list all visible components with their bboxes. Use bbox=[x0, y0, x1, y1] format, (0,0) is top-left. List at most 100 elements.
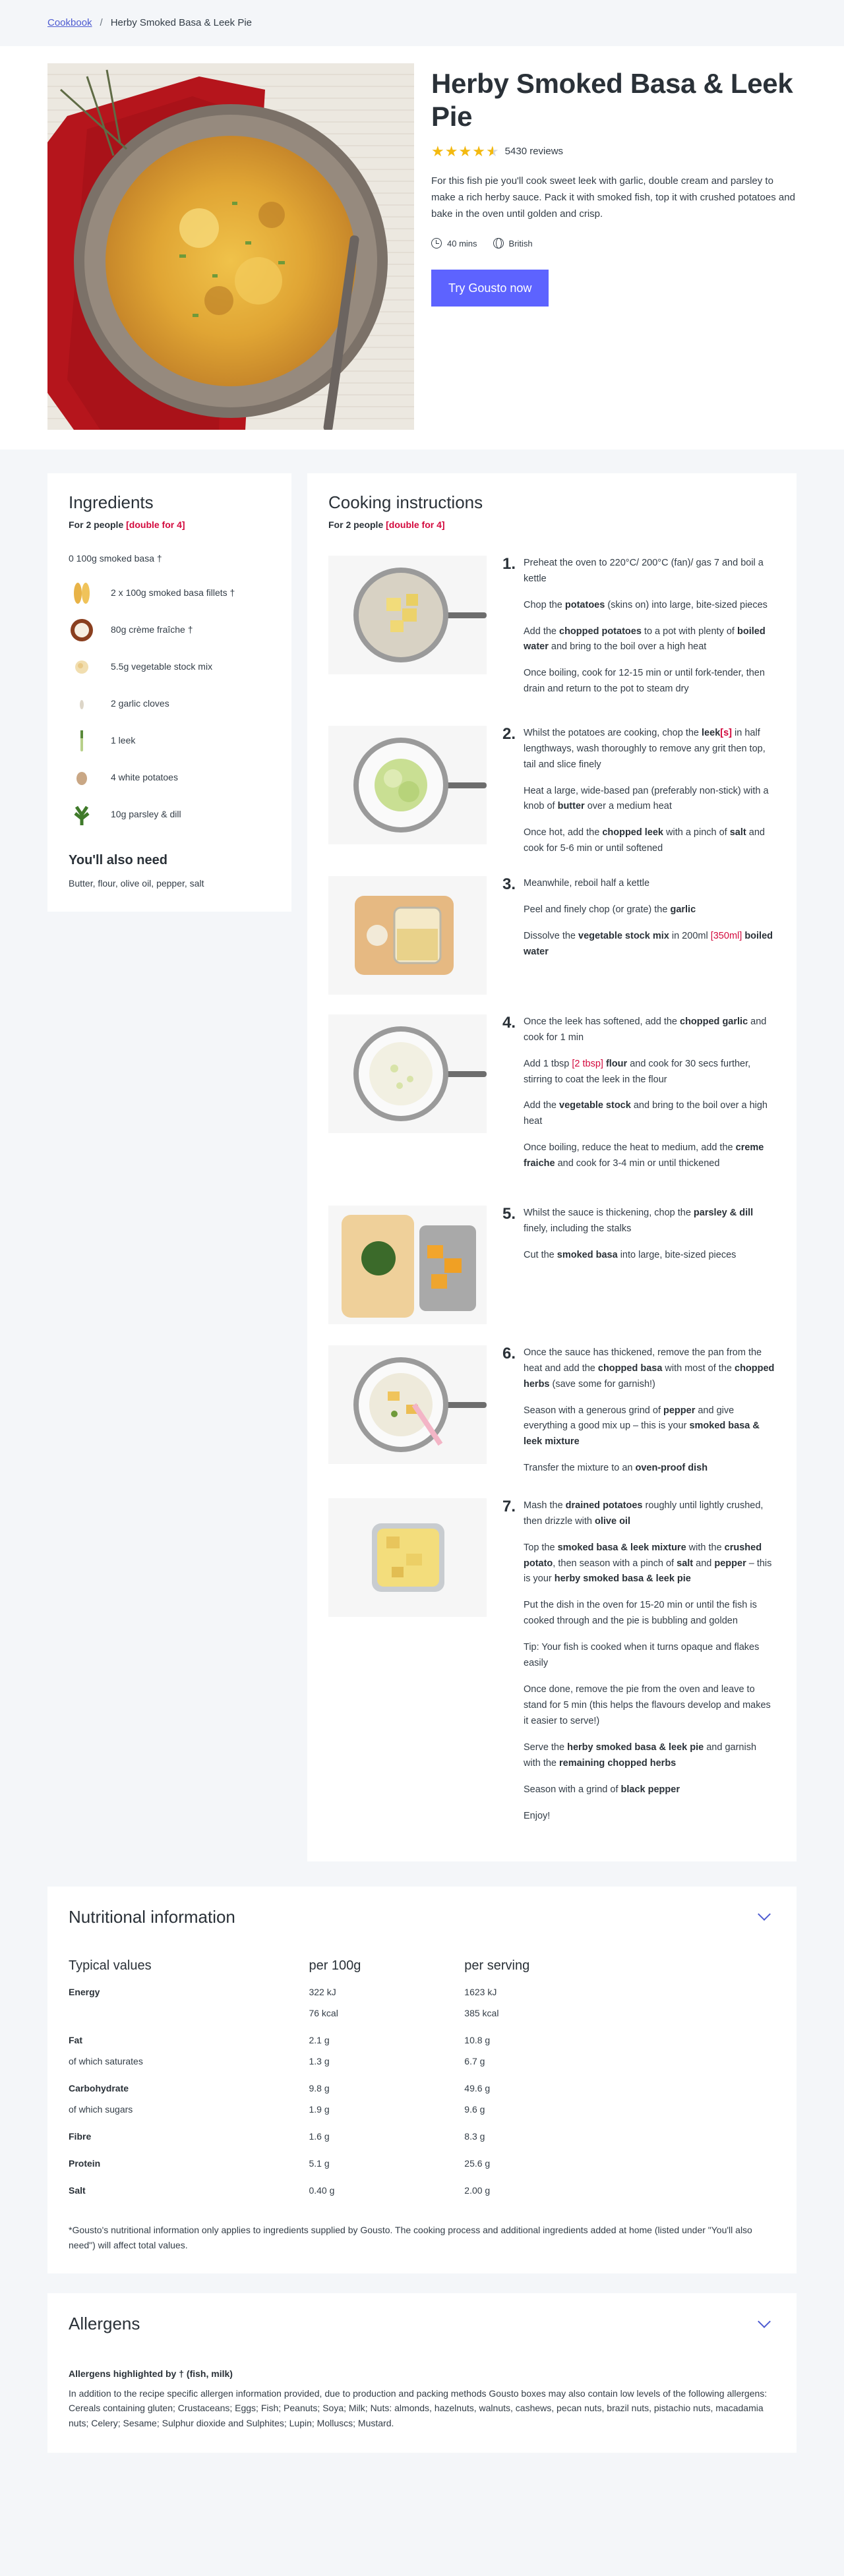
step-paragraph: Tip: Your fish is cooked when it turns o… bbox=[524, 1642, 760, 1669]
nutrition-cell: Fibre bbox=[69, 2131, 92, 2142]
nutrition-cell: 25.6 g bbox=[464, 2158, 491, 2169]
step-paragraph: Add the chopped potatoes to a pot with p… bbox=[524, 626, 766, 653]
ingredient-label: 80g crème fraîche † bbox=[111, 624, 193, 635]
nutrition-row: Carbohydrate 9.8 g 49.6 g bbox=[69, 2072, 775, 2099]
breadcrumb-cookbook-link[interactable]: Cookbook bbox=[47, 16, 92, 31]
nutrition-cell: 0.40 g bbox=[309, 2185, 335, 2196]
recipe-meta: 40 mins British bbox=[431, 237, 797, 250]
step-4: 4. Once the leek has softened, add the ch… bbox=[328, 1014, 775, 1206]
nutrition-cell: 49.6 g bbox=[464, 2083, 491, 2094]
nutrition-cell: Energy bbox=[69, 1987, 100, 1998]
nutrition-cell: 322 kJ bbox=[309, 1987, 336, 1998]
step-paragraph: Whilst the sauce is thickening, chop the… bbox=[524, 1207, 754, 1234]
step-7: 7. Mash the drained potatoes roughly unti… bbox=[328, 1498, 775, 1835]
nutrition-row: Energy 322 kJ 1623 kJ bbox=[69, 1982, 775, 2003]
serving-count: For 2 people bbox=[328, 519, 384, 530]
step-paragraph: Season with a grind of black pepper bbox=[524, 1784, 680, 1795]
step-number: 2. bbox=[502, 724, 516, 743]
recipe-hero-image bbox=[47, 63, 414, 430]
step-paragraph: Season with a generous grind of pepper a… bbox=[524, 1405, 760, 1448]
step-paragraph: Mash the drained potatoes roughly until … bbox=[524, 1500, 764, 1527]
allergens-highlight: Allergens highlighted by † (fish, milk) bbox=[69, 2368, 233, 2379]
step-number: 7. bbox=[502, 1497, 516, 1515]
nutrition-cell: Carbohydrate bbox=[69, 2083, 129, 2094]
cuisine-value: British bbox=[508, 238, 533, 249]
globe-icon bbox=[493, 238, 504, 249]
step-text: Once the leek has softened, add the chop… bbox=[524, 1014, 775, 1206]
nutrition-table: Typical values per 100g per serving Ener… bbox=[69, 1956, 775, 2202]
ingredient-label: 1 leek bbox=[111, 735, 136, 746]
ingredient-label: 4 white potatoes bbox=[111, 772, 178, 783]
nutrition-cell: 1.6 g bbox=[309, 2131, 330, 2142]
ingredients-card: Ingredients For 2 people [double for 4] … bbox=[47, 473, 291, 912]
nutrition-cell: Salt bbox=[69, 2185, 86, 2196]
star-icon: ★ bbox=[472, 143, 485, 160]
step-number: 1. bbox=[502, 554, 516, 573]
step-image bbox=[328, 1345, 487, 1464]
chevron-down-icon[interactable] bbox=[758, 2315, 771, 2328]
allergens-header[interactable]: Allergens bbox=[69, 2313, 775, 2335]
instructions-serving-info: For 2 people [double for 4] bbox=[328, 518, 775, 532]
nutrition-cell: Fat bbox=[69, 2035, 82, 2046]
step-number: 3. bbox=[502, 875, 516, 893]
step-paragraph: Transfer the mixture to an oven-proof di… bbox=[524, 1463, 708, 1474]
step-paragraph: Serve the herby smoked basa & leek pie a… bbox=[524, 1742, 757, 1769]
ingredient-item: 2 x 100g smoked basa fillets † bbox=[69, 575, 270, 612]
step-paragraph: Meanwhile, reboil half a kettle bbox=[524, 877, 650, 889]
cuisine: British bbox=[493, 237, 533, 250]
ingredients-serving-info: For 2 people [double for 4] bbox=[69, 518, 270, 532]
nutrition-row: Fibre 1.6 g 8.3 g bbox=[69, 2121, 775, 2148]
nutrition-cell: 76 kcal bbox=[309, 2008, 338, 2019]
ingredient-item: 10g parsley & dill bbox=[69, 796, 270, 833]
allergens-text: In addition to the recipe specific aller… bbox=[69, 2387, 768, 2428]
step-image bbox=[328, 1014, 487, 1133]
nutrition-header[interactable]: Nutritional information bbox=[69, 1906, 775, 1929]
step-image bbox=[328, 1498, 487, 1617]
step-paragraph: Once boiling, reduce the heat to medium,… bbox=[524, 1142, 764, 1169]
try-gousto-button[interactable]: Try Gousto now bbox=[431, 270, 549, 307]
step-paragraph: Dissolve the vegetable stock mix in 200m… bbox=[524, 930, 773, 957]
nutrition-cell: 1.3 g bbox=[309, 2056, 330, 2067]
cook-time-value: 40 mins bbox=[447, 238, 477, 249]
ingredient-label: 2 x 100g smoked basa fillets † bbox=[111, 587, 235, 599]
star-icon: ★ bbox=[444, 143, 458, 160]
nutrition-row: Fat 2.1 g 10.8 g bbox=[69, 2024, 775, 2051]
nutrition-title: Nutritional information bbox=[69, 1906, 235, 1927]
recipe-description: For this fish pie you'll cook sweet leek… bbox=[431, 175, 795, 220]
serving-count: For 2 people bbox=[69, 519, 124, 530]
nutrition-col-header: per 100g bbox=[309, 1958, 361, 1974]
step-3: 3. Meanwhile, reboil half a kettle Peel an… bbox=[328, 875, 775, 1014]
nutrition-cell: 8.3 g bbox=[464, 2131, 485, 2142]
also-need-title: You'll also need bbox=[69, 852, 167, 867]
step-image bbox=[328, 725, 487, 844]
instructions-card: Cooking instructions For 2 people [doubl… bbox=[307, 473, 797, 1861]
leek-icon bbox=[69, 728, 95, 754]
recipe-hero: Herby Smoked Basa & Leek Pie ★ ★ ★ ★ ★ 5… bbox=[0, 46, 844, 450]
breadcrumb-separator: / bbox=[100, 16, 103, 28]
double-for-4: [double for 4] bbox=[126, 519, 185, 530]
breadcrumb-current: Herby Smoked Basa & Leek Pie bbox=[110, 16, 252, 28]
step-text: Mash the drained potatoes roughly until … bbox=[524, 1498, 775, 1835]
step-paragraph: Chop the potatoes (skins on) into large,… bbox=[524, 599, 768, 610]
instructions-title: Cooking instructions bbox=[328, 492, 483, 512]
double-for-4: [double for 4] bbox=[386, 519, 445, 530]
nutrition-cell: Protein bbox=[69, 2158, 101, 2169]
step-paragraph: Once done, remove the pie from the oven … bbox=[524, 1684, 771, 1726]
ingredient-label: 2 garlic cloves bbox=[111, 698, 169, 709]
step-paragraph: Cut the smoked basa into large, bite-siz… bbox=[524, 1249, 737, 1260]
recipe-title: Herby Smoked Basa & Leek Pie bbox=[431, 68, 793, 132]
fish-fillet-icon bbox=[69, 580, 95, 606]
step-paragraph: Once the sauce has thickened, remove the… bbox=[524, 1347, 775, 1390]
step-6: 6. Once the sauce has thickened, remove t… bbox=[328, 1345, 775, 1498]
nutrition-row: Protein 5.1 g 25.6 g bbox=[69, 2148, 775, 2175]
step-paragraph: Preheat the oven to 220°C/ 200°C (fan)/ … bbox=[524, 557, 764, 584]
nutrition-cell: 9.8 g bbox=[309, 2083, 330, 2094]
nutrition-cell: 6.7 g bbox=[464, 2056, 485, 2067]
step-paragraph: Heat a large, wide-based pan (preferably… bbox=[524, 785, 769, 812]
nutrition-cell: 385 kcal bbox=[464, 2008, 499, 2019]
chevron-down-icon[interactable] bbox=[758, 1908, 771, 1921]
nutrition-cell bbox=[69, 2003, 309, 2024]
nutrition-row: of which sugars 1.9 g 9.6 g bbox=[69, 2099, 775, 2121]
step-paragraph: Enjoy! bbox=[524, 1810, 551, 1821]
step-text: Whilst the potatoes are cooking, chop th… bbox=[524, 726, 775, 876]
